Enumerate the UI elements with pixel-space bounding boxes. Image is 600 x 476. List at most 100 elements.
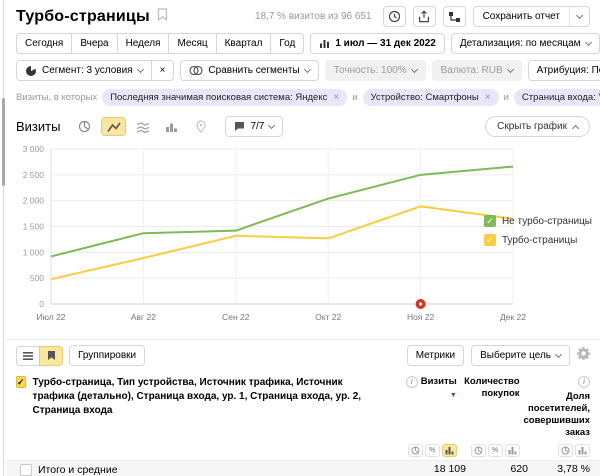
row-values: 18 1096203,78 %: [404, 464, 600, 476]
chevron-down-icon: [411, 65, 418, 72]
attribution-dropdown[interactable]: Атрибуция: Последний значимый переход КЦ: [528, 60, 600, 81]
svg-text:2 500: 2 500: [23, 170, 45, 180]
chart-type-line-button[interactable]: [101, 117, 126, 136]
hide-chart-button[interactable]: Скрыть график: [485, 116, 590, 137]
settings-gear-icon[interactable]: [577, 347, 590, 365]
legend-checkbox[interactable]: ✓: [484, 215, 496, 227]
chip-close-icon[interactable]: ×: [333, 93, 339, 103]
mini-percent-toggle[interactable]: %: [488, 444, 503, 457]
bookmark-icon[interactable]: [157, 8, 168, 26]
svg-text:Сен 22: Сен 22: [222, 312, 250, 322]
report-header: Турбо-страницы 18,7 % визитов из 96 651 …: [6, 0, 600, 30]
view-list-button[interactable]: [16, 346, 40, 366]
pie-icon: [561, 446, 570, 455]
series-line: [51, 167, 513, 257]
mini-bar-toggle[interactable]: [442, 444, 457, 457]
save-report-split-button: Сохранить отчет: [473, 6, 590, 27]
chevron-down-icon: [584, 38, 591, 45]
chip-close-icon[interactable]: ×: [485, 93, 491, 103]
table-toolbar: Группировки Метрики Выберите цель: [6, 339, 600, 371]
legend-item[interactable]: ✓Турбо-страницы: [484, 234, 592, 246]
info-icon[interactable]: i: [406, 376, 418, 388]
svg-text:Июл 22: Июл 22: [36, 312, 65, 322]
clear-segment-button[interactable]: ×: [151, 60, 175, 81]
segment-pie-icon: [25, 65, 37, 77]
column-display-toggles: %: [408, 439, 457, 460]
column-display-toggles: [558, 439, 590, 460]
period-button-4[interactable]: Квартал: [216, 33, 272, 54]
value-number: 620: [510, 464, 528, 476]
filter-chip[interactable]: Устройство: Смартфоны×: [363, 89, 499, 106]
metric-column-header[interactable]: iДоля посетителей, совершивших заказ: [524, 376, 591, 439]
groupings-checkbox[interactable]: ✓: [16, 376, 26, 388]
chart-type-pie-button[interactable]: [72, 117, 97, 136]
chart-type-map-button[interactable]: [188, 117, 213, 136]
area-chart-icon: [136, 121, 150, 133]
period-button-5[interactable]: Год: [270, 33, 304, 54]
mini-bar-toggle[interactable]: [575, 444, 590, 457]
view-tree-button[interactable]: [39, 346, 63, 366]
period-button-2[interactable]: Неделя: [117, 33, 170, 54]
comments-count-label: 7/7: [250, 121, 264, 132]
chevron-down-icon: [304, 65, 311, 72]
hide-chart-label: Скрыть график: [497, 121, 567, 132]
filter-chip-label: Последняя значимая поисковая система: Ян…: [110, 92, 327, 103]
compare-segments-dropdown[interactable]: Сравнить сегменты: [180, 60, 318, 81]
legend-item[interactable]: ✓Не турбо-страницы: [484, 215, 592, 227]
row-label: Итого и средние: [38, 464, 118, 476]
filter-chip[interactable]: Последняя значимая поисковая система: Ян…: [102, 89, 347, 106]
map-pin-icon: [195, 120, 207, 133]
export-button[interactable]: [413, 6, 436, 27]
table-row[interactable]: Итого и средние18 1096203,78 %: [6, 460, 600, 476]
compare-segments-label: Сравнить сегменты: [208, 65, 299, 76]
history-button[interactable]: [383, 6, 406, 27]
left-edge-divider: [3, 0, 4, 476]
mini-bar-toggle[interactable]: [505, 444, 520, 457]
bar-icon: [578, 446, 587, 455]
svg-text:1 000: 1 000: [23, 247, 45, 257]
date-range-button[interactable]: 1 июл — 31 дек 2022: [310, 33, 445, 54]
chevron-down-icon: [576, 11, 583, 18]
table-head: ✓ Турбо-страница, Тип устройства, Источн…: [6, 371, 600, 460]
metric-column-header[interactable]: iВизиты▼: [398, 376, 457, 401]
mini-pie-toggle[interactable]: [471, 444, 486, 457]
metrics-button[interactable]: Метрики: [407, 345, 464, 366]
left-scrollbar-thumb[interactable]: [2, 98, 5, 186]
accuracy-dropdown[interactable]: Точность: 100%: [325, 60, 426, 81]
metric-column-headers: iВизиты▼% Количество покупок% iДоля посети…: [394, 376, 590, 460]
save-report-button[interactable]: Сохранить отчет: [474, 7, 570, 26]
sort-desc-icon[interactable]: ▼: [450, 392, 457, 401]
api-button[interactable]: [443, 6, 466, 27]
svg-text:Окт 22: Окт 22: [315, 312, 341, 322]
flag-view-icon: [46, 350, 57, 361]
filter-prefix-label: Визиты, в которых: [16, 92, 97, 103]
goal-select-dropdown[interactable]: Выберите цель: [471, 345, 570, 366]
info-icon[interactable]: i: [578, 376, 590, 388]
comments-dropdown[interactable]: 7/7: [225, 116, 283, 137]
pie-icon: [411, 446, 420, 455]
currency-dropdown[interactable]: Валюта: RUB: [432, 60, 522, 81]
segment-dropdown[interactable]: Сегмент: 3 условия: [16, 60, 152, 81]
mini-pie-toggle[interactable]: [558, 444, 573, 457]
period-button-1[interactable]: Вчера: [71, 33, 117, 54]
detalization-dropdown[interactable]: Детализация: по месяцам: [451, 33, 600, 54]
period-button-3[interactable]: Месяц: [168, 33, 216, 54]
chart-type-columns-button[interactable]: [159, 117, 184, 136]
chart-type-area-button[interactable]: [130, 117, 155, 136]
pie-chart-icon: [78, 120, 91, 133]
legend-checkbox[interactable]: ✓: [484, 234, 496, 246]
metric-column-header[interactable]: Количество покупок: [461, 376, 520, 400]
filter-chip[interactable]: Страница входа: "product/product"×: [514, 89, 600, 106]
svg-text:500: 500: [30, 273, 44, 283]
row-checkbox[interactable]: [20, 464, 32, 476]
bar-icon: [508, 446, 517, 455]
svg-text:2 000: 2 000: [23, 196, 45, 206]
period-button-0[interactable]: Сегодня: [16, 33, 72, 54]
mini-percent-toggle[interactable]: %: [425, 444, 440, 457]
save-report-menu-button[interactable]: [570, 7, 589, 26]
row-label-cell: Итого и средние: [6, 464, 404, 476]
groupings-button[interactable]: Группировки: [69, 345, 145, 366]
currency-label: Валюта: RUB: [441, 65, 503, 76]
mini-pie-toggle[interactable]: [408, 444, 423, 457]
value-number: 18 109: [434, 464, 466, 476]
